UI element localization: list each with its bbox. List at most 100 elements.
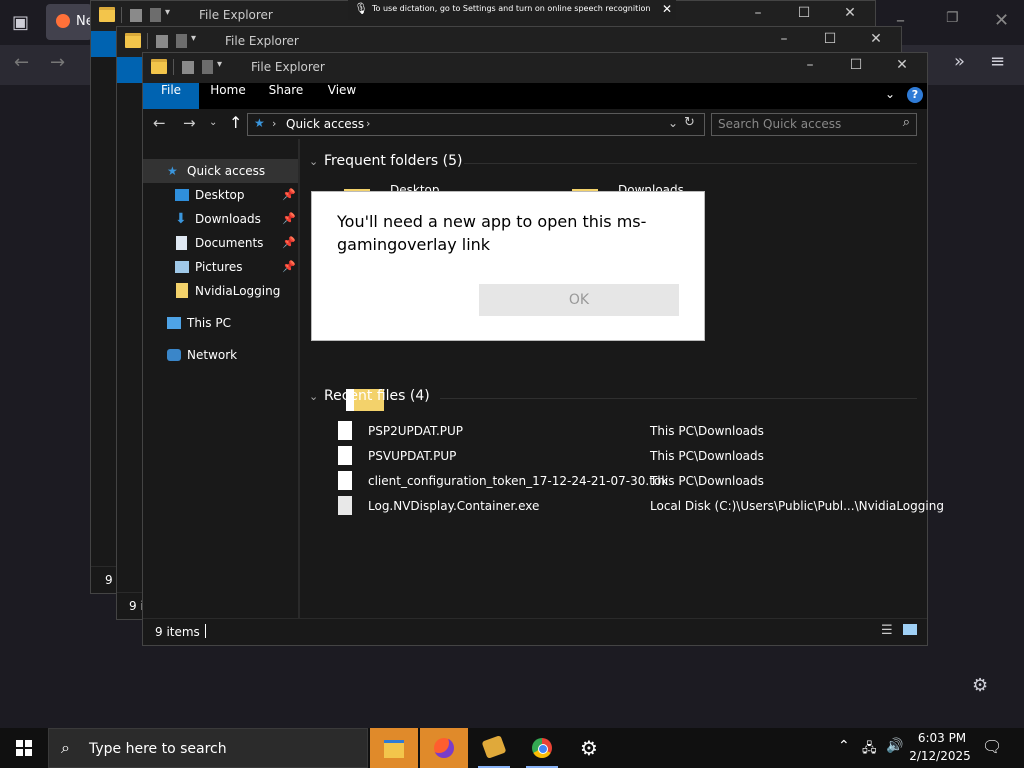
chevron-down-icon[interactable]: ▾ — [165, 7, 170, 18]
minimize-icon[interactable]: – — [735, 5, 781, 21]
separator — [147, 33, 148, 49]
new-folder-icon[interactable] — [176, 34, 187, 48]
nav-item-quick-access[interactable]: ★ Quick access — [143, 159, 298, 183]
recent-file-row[interactable]: client_configuration_token_17-12-24-21-0… — [338, 469, 938, 493]
pin-icon[interactable]: 📌 — [282, 231, 296, 255]
taskbar-firefox[interactable] — [420, 728, 468, 768]
chevron-down-icon[interactable]: ▾ — [191, 33, 196, 44]
recent-file-row[interactable]: PSVUPDAT.PUP This PC\Downloads — [338, 444, 938, 468]
recent-locations-icon[interactable]: ⌄ — [209, 117, 217, 128]
dialog-message: You'll need a new app to open this ms-ga… — [337, 212, 647, 254]
maximize-icon[interactable]: ☐ — [781, 5, 827, 21]
browser-tab[interactable]: Ne — [46, 4, 94, 40]
chevron-up-icon[interactable]: ⌃ — [838, 738, 850, 754]
clock-date[interactable]: 2/12/2025 — [908, 749, 972, 763]
notification-icon[interactable]: 🗨 — [982, 737, 1002, 756]
tab-share[interactable]: Share — [261, 83, 311, 109]
pin-icon[interactable]: 📌 — [282, 207, 296, 231]
recent-files-header[interactable]: Recent files (4) — [324, 388, 430, 404]
pin-icon[interactable]: 📌 — [282, 183, 296, 207]
statusbar: 9 items ☰ — [143, 618, 927, 645]
pictures-icon — [175, 261, 189, 273]
tab-file[interactable]: File — [143, 83, 199, 109]
file-name: PSP2UPDAT.PUP — [368, 424, 464, 438]
large-icons-view-icon[interactable] — [903, 624, 917, 635]
window-title: File Explorer — [251, 60, 325, 74]
taskbar-chrome[interactable] — [518, 728, 566, 768]
taskbar-settings[interactable]: ⚙ — [566, 728, 614, 768]
nav-item-network[interactable]: Network — [143, 343, 298, 367]
file-location: This PC\Downloads — [650, 424, 764, 438]
new-folder-icon[interactable] — [202, 60, 213, 74]
properties-icon[interactable] — [130, 9, 142, 22]
nav-item-documents[interactable]: Documents 📌 — [143, 231, 298, 255]
restore-icon[interactable]: ❐ — [946, 10, 959, 26]
nav-label: NvidiaLogging — [195, 284, 281, 298]
address-bar[interactable]: ★ › Quick access › ⌄ ↻ — [247, 113, 705, 136]
file-name: client_configuration_token_17-12-24-21-0… — [368, 474, 669, 488]
network-icon[interactable]: 🖧 — [862, 739, 877, 761]
forward-button[interactable]: → — [183, 114, 196, 132]
maximize-button[interactable]: ☐ — [833, 57, 879, 73]
properties-icon[interactable] — [156, 35, 168, 48]
minimize-button[interactable]: – — [787, 57, 833, 73]
help-icon[interactable]: ? — [907, 87, 923, 103]
taskbar-search-placeholder: Type here to search — [89, 741, 227, 757]
nav-label: Desktop — [195, 188, 245, 202]
refresh-icon[interactable]: ↻ — [684, 115, 695, 130]
taskbar-file-explorer[interactable] — [370, 728, 418, 768]
chevron-down-icon[interactable]: ⌄ — [309, 390, 318, 403]
address-text: Quick access — [286, 117, 365, 131]
nav-label: This PC — [187, 316, 231, 330]
pin-icon[interactable]: 📌 — [282, 255, 296, 279]
chevron-right-icon: › — [272, 117, 277, 130]
chevron-down-icon[interactable]: ▾ — [217, 59, 222, 70]
nav-item-desktop[interactable]: Desktop 📌 — [143, 183, 298, 207]
desktop-icon — [175, 189, 189, 201]
back-button[interactable]: ← — [153, 114, 166, 132]
nav-item-pictures[interactable]: Pictures 📌 — [143, 255, 298, 279]
recent-file-row[interactable]: PSP2UPDAT.PUP This PC\Downloads — [338, 419, 938, 443]
chevron-down-icon[interactable]: ⌄ — [309, 155, 318, 168]
tab-home[interactable]: Home — [203, 83, 253, 109]
overflow-icon[interactable]: » — [954, 51, 965, 72]
taskbar: ⌕ Type here to search ⚙ ⌃ 🖧 🔊 6:03 PM 2/… — [0, 728, 1024, 768]
start-button[interactable] — [0, 728, 48, 768]
window-title: File Explorer — [199, 8, 273, 22]
frequent-folders-header[interactable]: Frequent folders (5) — [324, 153, 463, 169]
up-button[interactable]: ↑ — [229, 113, 242, 132]
address-dropdown-icon[interactable]: ⌄ — [668, 116, 678, 130]
taskbar-app[interactable] — [470, 728, 518, 768]
tab-view[interactable]: View — [319, 83, 365, 109]
gear-icon: ⚙ — [580, 736, 598, 760]
details-view-icon[interactable]: ☰ — [881, 623, 893, 638]
expand-ribbon-icon[interactable]: ⌄ — [885, 87, 895, 101]
search-box[interactable]: Search Quick access ⌕ — [711, 113, 917, 136]
clock-time[interactable]: 6:03 PM — [914, 731, 970, 745]
nav-item-downloads[interactable]: ⬇ Downloads 📌 — [143, 207, 298, 231]
close-icon[interactable]: ✕ — [662, 2, 672, 16]
recent-file-row[interactable]: Log.NVDisplay.Container.exe Local Disk (… — [338, 494, 944, 518]
close-icon[interactable]: ✕ — [827, 5, 873, 21]
menu-icon[interactable]: ≡ — [990, 51, 1005, 72]
taskbar-search[interactable]: ⌕ Type here to search — [48, 728, 368, 768]
maximize-icon[interactable]: ☐ — [807, 31, 853, 47]
close-icon[interactable]: ✕ — [853, 31, 899, 47]
file-name: PSVUPDAT.PUP — [368, 449, 457, 463]
close-button[interactable]: ✕ — [879, 57, 925, 73]
tab-list-icon[interactable]: ▣ — [12, 12, 29, 33]
volume-icon[interactable]: 🔊 — [886, 738, 903, 754]
ok-button[interactable]: OK — [479, 284, 679, 316]
gear-icon[interactable]: ⚙ — [972, 675, 988, 696]
new-folder-icon[interactable] — [150, 8, 161, 22]
back-icon[interactable]: ← — [14, 52, 29, 73]
address-row: ← → ⌄ ↑ ★ › Quick access › ⌄ ↻ Search Qu… — [143, 109, 927, 139]
minimize-icon[interactable]: – — [761, 31, 807, 47]
nav-item-nvidialogging[interactable]: NvidiaLogging — [143, 279, 298, 303]
nav-label: Pictures — [195, 260, 243, 274]
forward-icon[interactable]: → — [50, 52, 65, 73]
properties-icon[interactable] — [182, 61, 194, 74]
nav-item-this-pc[interactable]: This PC — [143, 311, 298, 335]
firefox-tab-icon — [56, 14, 70, 28]
close-icon[interactable]: ✕ — [994, 10, 1009, 31]
